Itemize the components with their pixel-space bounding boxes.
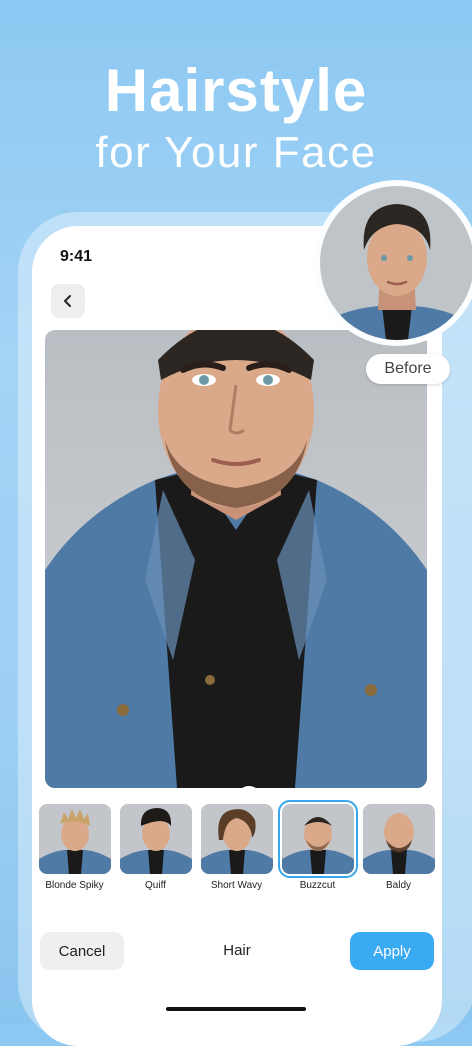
style-item-blonde-spiky[interactable]: Blonde Spiky <box>38 804 111 891</box>
panel-title: Hair <box>223 942 251 959</box>
before-label: Before <box>366 354 450 384</box>
style-label: Buzzcut <box>299 880 336 891</box>
cancel-button[interactable]: Cancel <box>40 932 124 970</box>
chevron-left-icon <box>64 295 71 307</box>
style-label: Short Wavy <box>210 880 263 891</box>
status-time: 9:41 <box>60 248 93 265</box>
style-thumbnail-selected <box>277 800 358 878</box>
style-thumbnail <box>200 804 273 874</box>
home-indicator <box>166 1007 306 1011</box>
result-photo[interactable]: 1 2 3 <box>45 330 427 788</box>
style-label: Blonde Spiky <box>45 880 104 891</box>
back-button[interactable] <box>51 284 85 318</box>
style-thumbnail <box>119 804 192 874</box>
before-photo <box>314 180 472 346</box>
style-thumbnail <box>362 804 435 874</box>
style-item-baldy[interactable]: Baldy <box>362 804 435 891</box>
hairstyle-list: Blonde Spiky Quiff Short Wavy Buzzcut Ba… <box>38 800 442 891</box>
style-label: Quiff <box>145 880 166 891</box>
style-item-buzzcut[interactable]: Buzzcut <box>277 800 358 891</box>
promo-title: Hairstyle <box>104 57 368 124</box>
promo-subtitle: for Your Face <box>95 128 377 177</box>
style-item-short-wavy[interactable]: Short Wavy <box>200 804 273 891</box>
portrait-image <box>45 330 427 788</box>
style-item-quiff[interactable]: Quiff <box>119 804 192 891</box>
style-thumbnail <box>38 804 111 874</box>
style-label: Baldy <box>385 880 411 891</box>
apply-button[interactable]: Apply <box>350 932 434 970</box>
phone-screen: 9:41 Blonde Spiky Quiff Short Wavy Buzzc… <box>32 226 442 1046</box>
before-portrait-image <box>320 186 472 340</box>
action-bar: Cancel Hair Apply <box>40 932 434 972</box>
